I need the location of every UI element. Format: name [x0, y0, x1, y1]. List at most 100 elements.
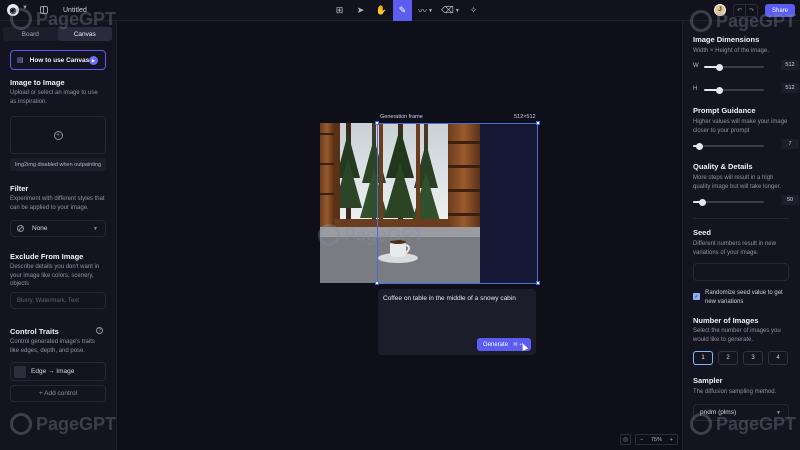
quality-desc: More steps will result in a high quality… — [693, 175, 782, 190]
generation-frame-size: 512×512 — [514, 114, 536, 120]
chevron-down-icon: ▼ — [454, 7, 460, 14]
seed-input[interactable] — [693, 263, 789, 281]
tab-canvas[interactable]: Canvas — [57, 27, 112, 41]
zoom-box: − 75% + — [635, 434, 678, 445]
chevron-down-icon: ▼ — [776, 409, 781, 416]
magic-wand-icon[interactable]: ✧ — [464, 1, 483, 20]
width-slider[interactable]: W 512 — [693, 60, 799, 72]
resize-handle[interactable] — [536, 121, 540, 125]
generation-frame-label: Generation frame — [380, 114, 423, 120]
filter-value: None — [32, 225, 48, 232]
prompt-guidance-desc: Higher values will make your image close… — [693, 119, 788, 134]
image-to-image-title: Image to Image — [10, 78, 65, 87]
width-value[interactable]: 512 — [781, 60, 799, 70]
quality-slider[interactable]: 50 — [693, 195, 799, 207]
slider-track[interactable] — [704, 64, 764, 71]
app-logo-icon[interactable]: ◉ — [7, 4, 19, 16]
quality-value[interactable]: 50 — [781, 195, 799, 205]
image-count-option-3[interactable]: 3 — [743, 351, 763, 365]
randomize-seed-checkbox[interactable]: ✓ — [693, 293, 700, 300]
avatar[interactable]: J — [714, 4, 726, 16]
prompt-panel[interactable]: Coffee on table in the middle of a snowy… — [378, 289, 536, 355]
filter-desc: Experiment with different styles that ca… — [10, 196, 105, 211]
slider-knob[interactable] — [716, 64, 723, 71]
image-dimensions-desc: Width × Height of the image. — [693, 48, 769, 54]
randomize-seed-label[interactable]: Randomize seed value to get new variatio… — [705, 289, 791, 306]
fit-to-screen-icon[interactable]: ◎ — [620, 434, 631, 445]
guidance-value[interactable]: 7 — [781, 139, 799, 149]
width-label: W — [693, 63, 699, 69]
filter-title: Filter — [10, 184, 29, 193]
slider-track[interactable] — [704, 87, 764, 94]
generation-frame[interactable] — [377, 123, 538, 284]
slider-track[interactable] — [693, 143, 764, 150]
exclude-title: Exclude From Image — [10, 252, 84, 261]
height-slider[interactable]: H 512 — [693, 83, 799, 95]
undo-redo-group: ↶ ↷ — [733, 4, 758, 17]
sampler-desc: The diffusion sampling method. — [693, 389, 777, 395]
how-to-label: How to use Canvas — [29, 56, 90, 64]
negative-prompt-input[interactable]: Blurry, Watermark, Text — [10, 292, 106, 309]
slider-knob[interactable] — [716, 87, 723, 94]
sidebar-toggle-icon[interactable] — [40, 6, 48, 14]
play-icon: ▶ — [89, 56, 98, 65]
exclude-desc: Describe details you don't want in your … — [10, 264, 100, 287]
slider-knob[interactable] — [698, 199, 706, 206]
filter-select[interactable]: None ▼ — [10, 220, 106, 237]
eraser-icon: ⌫ — [441, 5, 454, 15]
zoom-level: 75% — [650, 436, 662, 443]
chevron-down-icon[interactable]: ▼ — [22, 5, 28, 11]
brush-tool[interactable]: 〰 ▼ — [414, 1, 437, 20]
brush-icon: 〰 — [418, 6, 428, 16]
seed-title: Seed — [693, 228, 711, 237]
chevron-down-icon: ▼ — [93, 225, 98, 232]
share-button[interactable]: Share — [765, 4, 795, 17]
control-traits-title: Control Traits — [10, 327, 59, 336]
redo-icon[interactable]: ↷ — [745, 5, 757, 16]
help-icon[interactable]: ? — [96, 327, 103, 334]
image-count-option-2[interactable]: 2 — [718, 351, 738, 365]
prompt-guidance-title: Prompt Guidance — [693, 106, 756, 115]
resize-handle[interactable] — [375, 121, 379, 125]
slider-knob[interactable] — [695, 143, 703, 150]
undo-icon[interactable]: ↶ — [734, 5, 745, 16]
trait-label: Edge → Image — [31, 368, 75, 375]
left-panel: Board Canvas ▤ How to use Canvas ▶ Image… — [0, 21, 117, 450]
book-icon: ▤ — [17, 57, 24, 64]
select-arrow-icon[interactable]: ➤ — [351, 1, 370, 20]
toolbar: ⊞ ➤ ✋ ✎ 〰 ▼ ⌫ ▼ ✧ — [330, 0, 485, 21]
zoom-out-button[interactable]: − — [640, 437, 643, 443]
document-title[interactable]: Untitled — [63, 7, 87, 14]
no-filter-icon — [17, 225, 24, 232]
control-trait-item[interactable]: Edge → Image — [10, 362, 106, 381]
trait-thumbnail — [14, 365, 26, 378]
chevron-down-icon: ▼ — [428, 7, 433, 14]
prompt-input[interactable]: Coffee on table in the middle of a snowy… — [383, 295, 516, 302]
sampler-value: pndm (plms) — [700, 409, 737, 416]
guidance-slider[interactable]: 7 — [693, 139, 799, 151]
image-upload-dropzone[interactable]: + — [10, 116, 106, 154]
image-add-icon[interactable]: ⊞ — [330, 1, 349, 20]
how-to-use-canvas-button[interactable]: ▤ How to use Canvas ▶ — [10, 50, 106, 70]
height-value[interactable]: 512 — [781, 83, 799, 93]
number-of-images-options: 1 2 3 4 — [693, 351, 789, 365]
slider-track[interactable] — [693, 199, 764, 206]
number-of-images-title: Number of Images — [693, 316, 759, 325]
control-traits-desc: Control generated image's traits like ed… — [10, 339, 95, 354]
eraser-tool[interactable]: ⌫ ▼ — [439, 1, 462, 20]
seed-desc: Different numbers result in new variatio… — [693, 241, 776, 256]
zoom-controls: ◎ − 75% + — [620, 434, 678, 445]
zoom-in-button[interactable]: + — [670, 437, 673, 443]
tab-board[interactable]: Board — [3, 27, 58, 41]
resize-handle[interactable] — [536, 281, 540, 285]
top-bar: ◉ ▼ Untitled ⊞ ➤ ✋ ✎ 〰 ▼ ⌫ ▼ ✧ J ↶ ↷ Share — [0, 0, 800, 21]
plus-circle-icon: + — [53, 130, 63, 140]
hand-pan-icon[interactable]: ✋ — [372, 1, 391, 20]
image-count-option-1[interactable]: 1 — [693, 351, 713, 365]
image-count-option-4[interactable]: 4 — [768, 351, 788, 365]
add-control-button[interactable]: + Add control — [10, 385, 106, 402]
img2img-notice: Img2img disabled when outpainting — [10, 158, 106, 171]
generate-frame-icon[interactable]: ✎ — [393, 0, 412, 21]
resize-handle[interactable] — [375, 281, 379, 285]
sampler-select[interactable]: pndm (plms) ▼ — [693, 404, 789, 421]
